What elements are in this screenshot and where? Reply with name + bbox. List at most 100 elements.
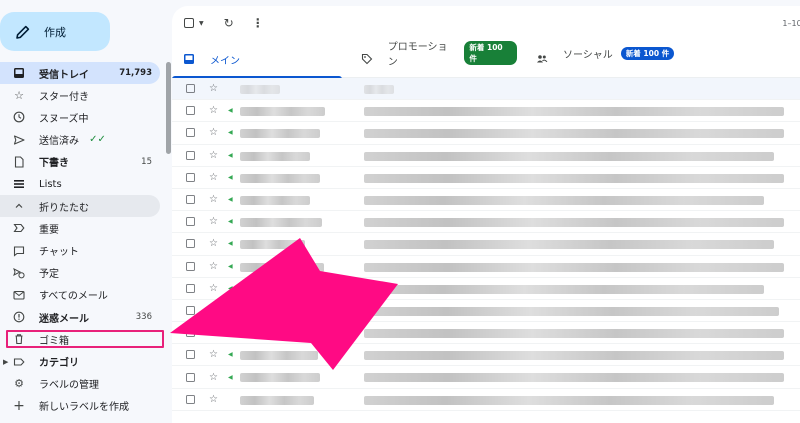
blurred-sender (240, 306, 315, 316)
important-marker-icon[interactable]: ◀ (228, 307, 233, 314)
important-marker-icon[interactable]: ◀ (228, 196, 233, 203)
sidebar-item-inbox[interactable]: 受信トレイ 71,793 (0, 62, 160, 85)
email-row[interactable]: ☆ ◀ (172, 100, 800, 123)
star-icon[interactable]: ☆ (209, 105, 218, 116)
row-checkbox[interactable] (186, 84, 195, 94)
select-dropdown-icon[interactable]: ▼ (199, 20, 204, 27)
row-checkbox[interactable] (186, 394, 195, 404)
star-icon[interactable]: ☆ (209, 150, 218, 161)
star-icon[interactable]: ☆ (209, 349, 218, 360)
social-badge: 新着 100 件 (620, 46, 675, 60)
blurred-sender (240, 351, 318, 361)
sidebar-item-all-mail[interactable]: すべてのメール (0, 284, 160, 306)
category-tabs: メイン プロモーション 新着 100 件 ソーシャル 新着 100 件 (172, 40, 800, 79)
important-marker-icon[interactable]: ◀ (228, 129, 233, 136)
star-icon[interactable]: ☆ (209, 305, 218, 316)
star-icon[interactable]: ☆ (209, 261, 218, 272)
sidebar-scrollbar[interactable] (166, 62, 171, 154)
tab-promotions[interactable]: プロモーション 新着 100 件 (342, 40, 517, 78)
blurred-subject (364, 329, 784, 339)
star-icon[interactable]: ☆ (209, 327, 218, 338)
star-icon[interactable]: ☆ (209, 238, 218, 249)
row-checkbox[interactable] (186, 150, 195, 160)
email-row[interactable]: ☆ ◀ (172, 300, 800, 323)
row-checkbox[interactable] (186, 261, 195, 271)
caret-right-icon[interactable]: ▶ (3, 358, 8, 366)
star-icon[interactable]: ☆ (209, 283, 218, 294)
email-row[interactable]: ☆ ◀ (172, 122, 800, 145)
sidebar-item-starred[interactable]: ☆ スター付き (0, 84, 160, 106)
important-marker-icon[interactable]: ◀ (228, 263, 233, 270)
row-checkbox[interactable] (186, 283, 195, 293)
sidebar-item-chats[interactable]: チャット (0, 240, 160, 262)
row-checkbox[interactable] (186, 128, 195, 138)
select-all-checkbox[interactable] (184, 18, 194, 28)
important-marker-icon[interactable]: ◀ (228, 329, 233, 336)
tab-primary[interactable]: メイン (172, 40, 342, 79)
email-row[interactable]: ☆ (172, 78, 800, 101)
blurred-sender (240, 262, 324, 272)
blurred-sender (240, 195, 310, 205)
tab-social[interactable]: ソーシャル 新着 100 件 (517, 40, 675, 78)
email-list: ☆ ☆ ◀ ☆ ◀ ☆ ◀ ☆ ◀ ☆ ◀ ☆ ◀ ☆ ◀ ☆ ◀ ☆ ◀ ☆ ◀ ☆ ◀ ☆ ◀ ☆ ◀ ☆ (172, 78, 800, 411)
email-row[interactable]: ☆ (172, 389, 800, 411)
star-icon[interactable]: ☆ (209, 372, 218, 383)
star-icon[interactable]: ☆ (209, 194, 218, 205)
email-row[interactable]: ☆ ◀ (172, 189, 800, 212)
important-marker-icon[interactable]: ◀ (228, 285, 233, 292)
email-row[interactable]: ☆ ◀ (172, 211, 800, 234)
star-icon[interactable]: ☆ (209, 127, 218, 138)
sidebar-item-sent[interactable]: 送信済み ✓✓ (0, 129, 160, 151)
more-vert-icon[interactable]: ⋮ (252, 16, 264, 30)
important-marker-icon[interactable]: ◀ (228, 218, 233, 225)
sidebar-item-categories[interactable]: ▶ カテゴリ (0, 350, 160, 372)
row-checkbox[interactable] (186, 195, 195, 205)
pencil-icon (14, 23, 32, 41)
sidebar-item-create-label[interactable]: + 新しいラベルを作成 (0, 395, 160, 417)
email-row[interactable]: ☆ ◀ (172, 366, 800, 389)
star-icon[interactable]: ☆ (209, 394, 218, 405)
all-mail-icon (12, 288, 26, 302)
gear-icon: ⚙ (14, 377, 24, 391)
sidebar-item-snoozed[interactable]: スヌーズ中 (0, 106, 160, 128)
row-checkbox[interactable] (186, 239, 195, 249)
sidebar-item-scheduled[interactable]: 予定 (0, 262, 160, 284)
blurred-subject (364, 306, 779, 316)
star-icon[interactable]: ☆ (209, 216, 218, 227)
star-icon[interactable]: ☆ (209, 172, 218, 183)
refresh-icon[interactable]: ↻ (224, 16, 234, 30)
email-row[interactable]: ☆ ◀ (172, 344, 800, 367)
important-marker-icon[interactable]: ◀ (228, 174, 233, 181)
sidebar-item-lists[interactable]: Lists (0, 173, 160, 195)
trash-highlight-box (6, 330, 164, 348)
important-marker-icon[interactable]: ◀ (228, 240, 233, 247)
row-checkbox[interactable] (186, 217, 195, 227)
important-marker-icon[interactable]: ◀ (228, 107, 233, 114)
star-icon[interactable]: ☆ (209, 83, 218, 94)
email-row[interactable]: ☆ ◀ (172, 233, 800, 256)
sidebar-item-important[interactable]: 重要 (0, 217, 160, 239)
sidebar-item-drafts[interactable]: 下書き 15 (0, 151, 160, 173)
blurred-subject (364, 107, 784, 117)
email-row[interactable]: ☆ ◀ (172, 278, 800, 300)
row-checkbox[interactable] (186, 106, 195, 116)
important-marker-icon[interactable]: ◀ (228, 351, 233, 358)
important-marker-icon[interactable]: ◀ (228, 374, 233, 381)
row-checkbox[interactable] (186, 305, 195, 315)
compose-button[interactable]: 作成 (0, 12, 110, 51)
row-checkbox[interactable] (186, 172, 195, 182)
row-checkbox[interactable] (186, 372, 195, 382)
email-row[interactable]: ☆ ◀ (172, 145, 800, 167)
sidebar-item-manage-labels[interactable]: ⚙ ラベルの管理 (0, 373, 160, 395)
email-row[interactable]: ☆ ◀ (172, 256, 800, 278)
blurred-subject (364, 218, 784, 228)
sidebar-item-collapse[interactable]: 折りたたむ (0, 195, 160, 218)
email-row[interactable]: ☆ ◀ (172, 322, 800, 345)
blurred-subject (364, 240, 774, 250)
mail-panel: ▼ ↻ ⋮ 1–100 / メイン プロモーション 新着 100 件 ソーシャル… (172, 6, 800, 423)
important-marker-icon[interactable]: ◀ (228, 152, 233, 159)
email-row[interactable]: ☆ ◀ (172, 167, 800, 189)
row-checkbox[interactable] (186, 328, 195, 338)
row-checkbox[interactable] (186, 350, 195, 360)
sidebar-item-spam[interactable]: 迷惑メール 336 (0, 306, 160, 328)
